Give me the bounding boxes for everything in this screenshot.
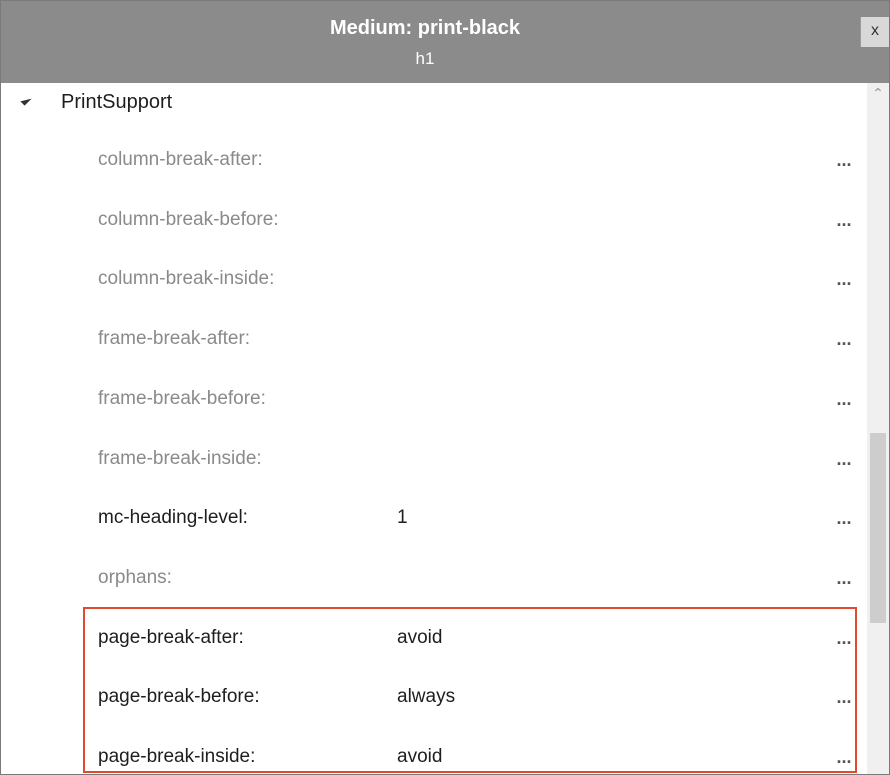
property-value[interactable]: 1 xyxy=(397,507,408,529)
property-row[interactable]: mc-heading-level: 1... xyxy=(1,497,861,543)
medium-title: Medium: print-black xyxy=(329,17,520,39)
property-name: column-break-inside: xyxy=(98,268,275,289)
property-name: orphans: xyxy=(98,567,172,588)
property-row[interactable]: page-break-after: avoid... xyxy=(1,617,861,663)
scroll-thumb[interactable] xyxy=(870,433,886,623)
property-row[interactable]: column-break-before:... xyxy=(1,199,861,245)
property-row[interactable]: orphans:... xyxy=(1,557,861,603)
ellipsis-button[interactable]: ... xyxy=(833,686,855,710)
property-name: frame-break-after: xyxy=(98,328,251,349)
property-row[interactable]: frame-break-before:... xyxy=(1,378,861,424)
property-row[interactable]: page-break-inside: avoid... xyxy=(1,736,861,774)
property-name: column-break-after: xyxy=(98,149,263,170)
style-properties-window: Medium: print-black h1 x PrintSupport co… xyxy=(0,0,890,775)
window-titlebar: Medium: print-black h1 x xyxy=(1,1,889,83)
close-button[interactable]: x xyxy=(860,17,889,47)
group-label: PrintSupport xyxy=(61,91,173,113)
ellipsis-button[interactable]: ... xyxy=(833,507,855,531)
property-name: page-break-after: xyxy=(98,627,244,648)
collapse-triangle-icon[interactable] xyxy=(20,94,32,106)
ellipsis-button[interactable]: ... xyxy=(833,627,855,651)
scroll-up-arrow-icon[interactable]: ⌃ xyxy=(870,85,886,101)
ellipsis-button[interactable]: ... xyxy=(833,149,855,173)
property-row[interactable]: frame-break-inside:... xyxy=(1,438,861,484)
property-value[interactable]: always xyxy=(397,686,455,708)
vertical-scrollbar[interactable]: ⌃ xyxy=(867,83,889,774)
property-value[interactable]: avoid xyxy=(397,627,442,649)
property-row[interactable]: column-break-after:... xyxy=(1,139,861,185)
ellipsis-button[interactable]: ... xyxy=(833,388,855,412)
property-name: page-break-before: xyxy=(98,686,260,707)
property-row[interactable]: column-break-inside:... xyxy=(1,258,861,304)
property-value[interactable]: avoid xyxy=(397,746,442,768)
ellipsis-button[interactable]: ... xyxy=(833,746,855,770)
property-name: mc-heading-level: xyxy=(98,507,248,528)
ellipsis-button[interactable]: ... xyxy=(833,448,855,472)
ellipsis-button[interactable]: ... xyxy=(833,209,855,233)
group-printsupport[interactable]: PrintSupport xyxy=(1,87,861,119)
property-name: frame-break-before: xyxy=(98,388,266,409)
selector-subtitle: h1 xyxy=(415,49,435,68)
ellipsis-button[interactable]: ... xyxy=(833,328,855,352)
property-name: page-break-inside: xyxy=(98,746,256,767)
ellipsis-button[interactable]: ... xyxy=(833,268,855,292)
property-row[interactable]: page-break-before: always... xyxy=(1,676,861,722)
property-name: frame-break-inside: xyxy=(98,448,262,469)
property-row[interactable]: frame-break-after:... xyxy=(1,318,861,364)
ellipsis-button[interactable]: ... xyxy=(833,567,855,591)
property-name: column-break-before: xyxy=(98,209,279,230)
